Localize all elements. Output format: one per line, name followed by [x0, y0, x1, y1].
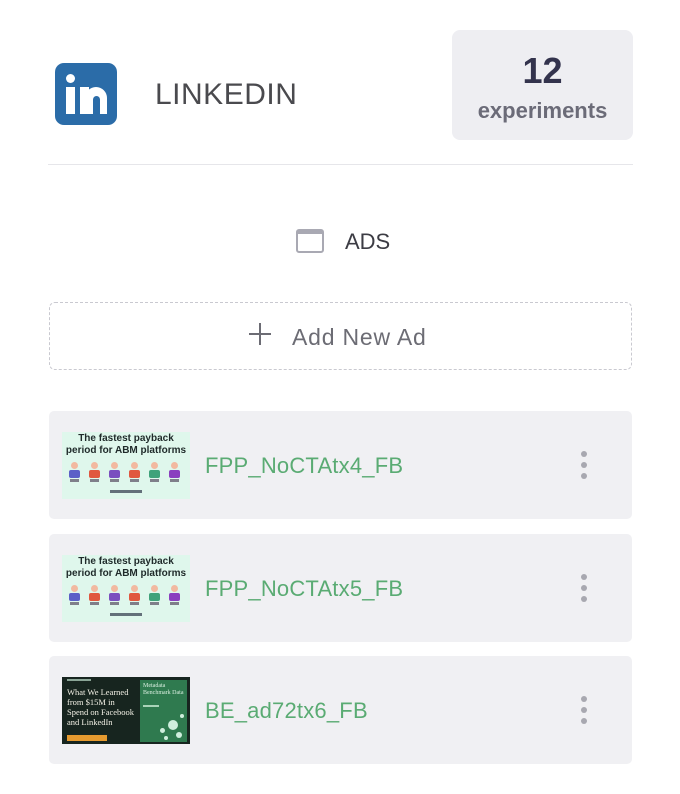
add-new-ad-button[interactable]: Add New Ad	[49, 302, 632, 370]
ad-name[interactable]: FPP_NoCTAtx5_FB	[205, 576, 403, 602]
thumbnail-headline: The fastest payback period for ABM platf…	[65, 556, 187, 579]
experiments-label: experiments	[477, 98, 608, 123]
experiments-counter: 12 experiments	[452, 30, 633, 140]
ad-card[interactable]: The fastest payback period for ABM platf…	[49, 534, 632, 642]
thumbnail-headline: The fastest payback period for ABM platf…	[65, 433, 187, 456]
ad-name[interactable]: FPP_NoCTAtx4_FB	[205, 453, 403, 479]
kebab-menu-icon[interactable]	[579, 451, 589, 481]
ad-card[interactable]: The fastest payback period for ABM platf…	[49, 411, 632, 519]
ad-card[interactable]: What We Learned from $15M in Spend on Fa…	[49, 656, 632, 764]
thumbnail-headline: What We Learned from $15M in Spend on Fa…	[67, 687, 135, 727]
add-new-ad-label: Add New Ad	[292, 324, 427, 350]
ad-thumbnail: The fastest payback period for ABM platf…	[62, 432, 190, 499]
kebab-menu-icon[interactable]	[579, 696, 589, 726]
ad-thumbnail: The fastest payback period for ABM platf…	[62, 555, 190, 622]
thumbnail-figures	[68, 462, 184, 484]
ads-section-heading: ADS	[0, 225, 680, 259]
ad-frame-icon	[296, 229, 324, 253]
kebab-menu-icon[interactable]	[579, 574, 589, 604]
experiments-count: 12	[522, 50, 563, 91]
ad-thumbnail: What We Learned from $15M in Spend on Fa…	[62, 677, 190, 744]
plus-icon	[249, 323, 271, 345]
thumbnail-panel-title: Metadata Benchmark Data	[143, 683, 184, 696]
thumbnail-figures	[68, 585, 184, 607]
header-divider	[48, 164, 633, 165]
platform-header: LINKEDIN 12 experiments	[48, 30, 633, 140]
platform-title: LINKEDIN	[155, 78, 298, 111]
linkedin-icon	[55, 63, 117, 125]
ad-name[interactable]: BE_ad72tx6_FB	[205, 698, 368, 724]
thumbnail-cta	[67, 735, 107, 741]
ads-label: ADS	[345, 229, 391, 254]
thumbnail-panel: Metadata Benchmark Data	[140, 680, 187, 742]
